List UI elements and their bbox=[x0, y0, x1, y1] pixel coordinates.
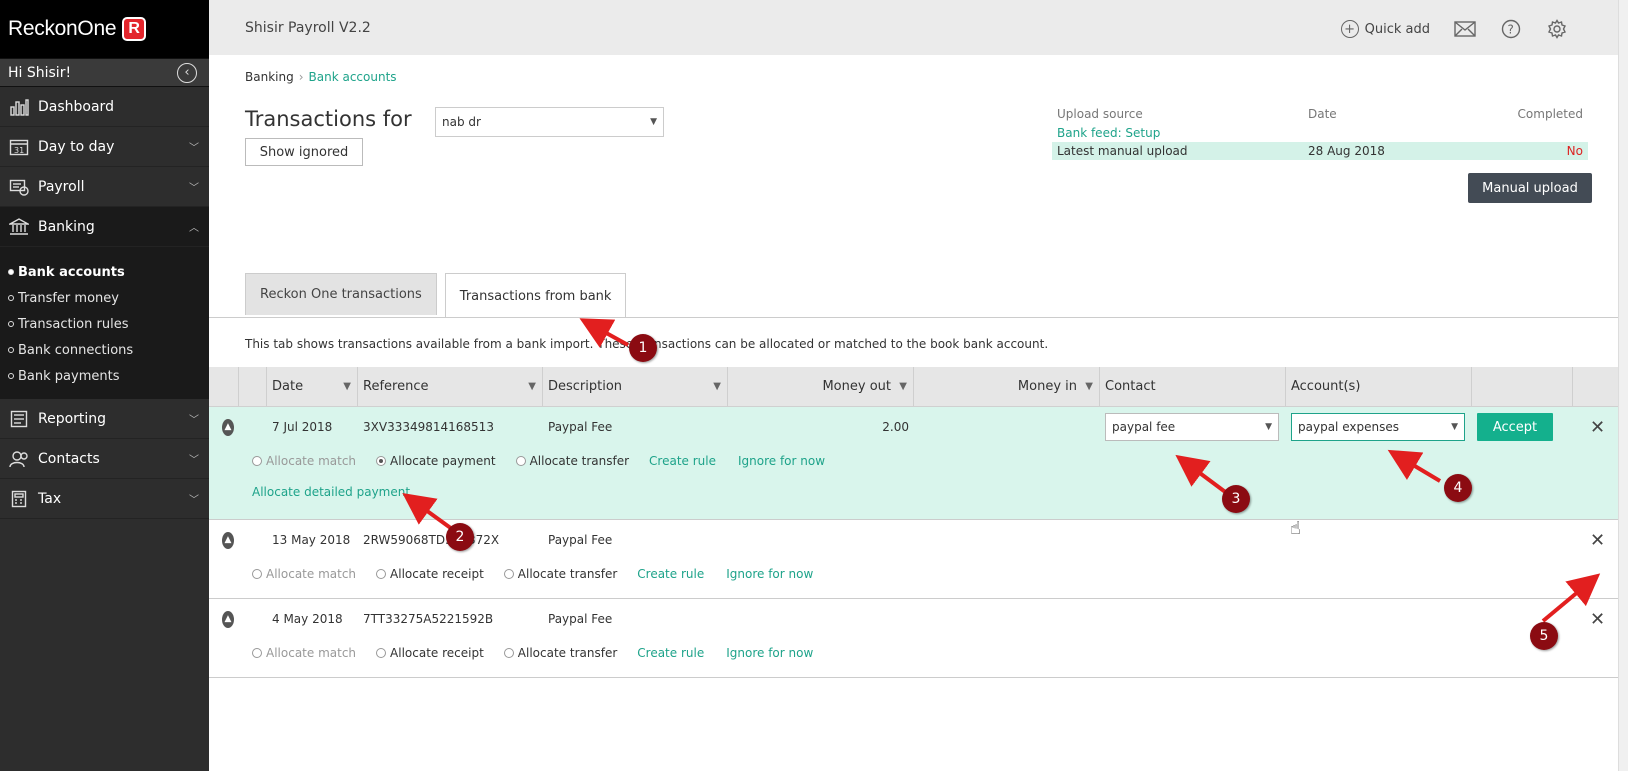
annotation-arrow-5 bbox=[1541, 573, 1601, 623]
annotation-badge-1: 1 bbox=[629, 334, 657, 362]
annotation-arrow-3 bbox=[1175, 454, 1230, 496]
hand-cursor-icon: ☝ bbox=[1290, 518, 1301, 539]
annotation-arrow-1 bbox=[579, 318, 629, 348]
annotation-badge-2: 2 bbox=[446, 523, 474, 551]
annotation-arrows bbox=[402, 318, 1601, 623]
annotation-badge-3: 3 bbox=[1222, 485, 1250, 513]
annotation-arrow-4 bbox=[1387, 449, 1442, 483]
annotation-badge-4: 4 bbox=[1444, 474, 1472, 502]
annotation-badge-5: 5 bbox=[1530, 622, 1558, 650]
annotation-arrow-2 bbox=[402, 492, 454, 531]
